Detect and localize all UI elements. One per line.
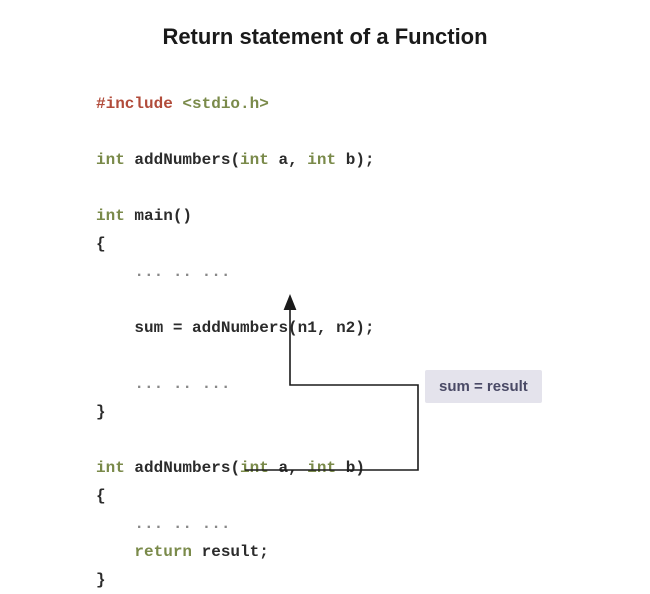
code-example: #include <stdio.h> int addNumbers(int a,… [96,90,375,594]
ellipsis: ... .. ... [134,375,230,393]
call-arg1: n1 [298,319,317,337]
proto-fn-name: addNumbers [134,151,230,169]
def-param2-type: int [307,459,336,477]
def-return-type: int [96,459,125,477]
return-keyword: return [134,543,192,561]
call-arg2: n2 [336,319,355,337]
include-directive: #include [96,95,173,113]
def-param1-type: int [240,459,269,477]
proto-return-type: int [96,151,125,169]
main-fn-name: main [134,207,172,225]
def-param2-name: b [346,459,356,477]
proto-param1-type: int [240,151,269,169]
call-fn: addNumbers [192,319,288,337]
ellipsis: ... .. ... [134,515,230,533]
def-fn-name: addNumbers [134,459,230,477]
proto-param1-name: a [278,151,288,169]
call-lhs: sum [134,319,163,337]
annotation-label: sum = result [425,370,542,403]
main-return-type: int [96,207,125,225]
proto-param2-name: b [346,151,356,169]
call-eq: = [163,319,192,337]
include-header: <stdio.h> [182,95,268,113]
page-title: Return statement of a Function [0,0,650,50]
def-param1-name: a [278,459,288,477]
return-value: result [202,543,260,561]
ellipsis: ... .. ... [134,263,230,281]
proto-param2-type: int [307,151,336,169]
